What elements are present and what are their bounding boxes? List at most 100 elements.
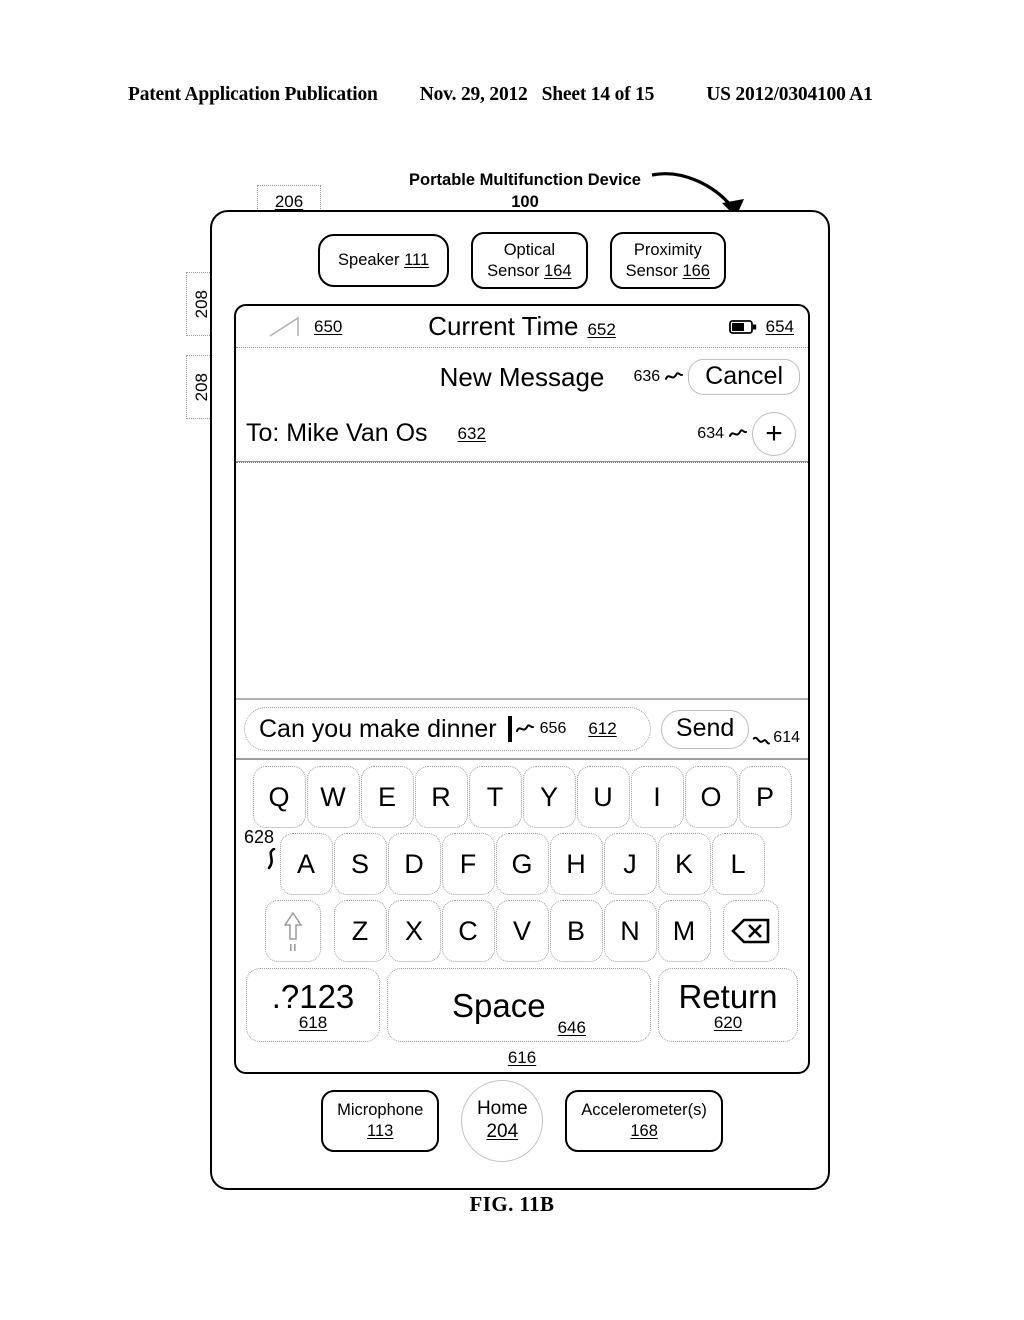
accelerometer-label: Accelerometer(s) <box>581 1101 707 1120</box>
add-recipient-button[interactable]: + <box>752 411 796 456</box>
home-button[interactable]: Home 204 <box>461 1080 544 1162</box>
publication-header: Patent Application Publication Nov. 29, … <box>128 84 896 106</box>
current-time-label: Current Time <box>428 311 579 341</box>
key-l[interactable]: L <box>711 833 765 895</box>
status-bar: 650 Current Time 652 654 <box>236 306 808 348</box>
keyboard-row-3: Z X C V B N M <box>242 900 802 962</box>
optical-sensor-component: Optical Sensor 164 <box>471 232 588 290</box>
leader-squiggle-icon <box>665 372 684 380</box>
backspace-icon <box>731 918 770 944</box>
key-a[interactable]: A <box>279 833 333 895</box>
key-n[interactable]: N <box>603 900 657 962</box>
space-key[interactable]: Space 646 <box>387 968 651 1042</box>
bottom-hardware-row: Microphone 113 Home 204 Accelerometer(s)… <box>212 1080 832 1162</box>
compose-bar: Can you make dinner 656 612 Send 614 <box>236 700 808 760</box>
return-ref: 620 <box>713 1012 743 1032</box>
backspace-key[interactable] <box>723 900 779 962</box>
key-b[interactable]: B <box>549 900 603 962</box>
key-r[interactable]: R <box>414 766 468 828</box>
cancel-group: 636 Cancel <box>633 358 800 396</box>
add-recipient-group: 634 + <box>697 411 796 456</box>
leader-squiggle-icon <box>752 736 771 745</box>
key-e[interactable]: E <box>360 766 414 828</box>
key-c[interactable]: C <box>441 900 495 962</box>
top-sensor-row: Speaker 111 Optical Sensor 164 Proximity… <box>212 232 832 290</box>
status-battery-group: 654 <box>728 317 794 337</box>
key-u[interactable]: U <box>576 766 630 828</box>
cancel-button[interactable]: Cancel <box>688 358 800 396</box>
key-k[interactable]: K <box>657 833 711 895</box>
message-transcript-area[interactable] <box>236 462 808 700</box>
send-group: Send 614 <box>660 709 800 749</box>
add-recipient-ref-label: 634 <box>697 424 724 442</box>
optical-sensor-label-2: Sensor <box>487 261 540 280</box>
key-w[interactable]: W <box>306 766 360 828</box>
signal-ref-label: 650 <box>314 316 343 336</box>
key-h[interactable]: H <box>549 833 603 895</box>
publication-date: Nov. 29, 2012 <box>419 84 528 105</box>
key-s[interactable]: S <box>333 833 387 895</box>
return-label: Return <box>678 977 778 1015</box>
shift-key[interactable] <box>265 900 321 962</box>
message-text-value: Can you make dinner <box>259 714 497 743</box>
on-screen-keyboard[interactable]: Q W E R T Y U I O P A S D F G H J K L Z … <box>236 760 808 1072</box>
publication-number: US 2012/0304100 A1 <box>706 84 873 105</box>
cancel-ref-label: 636 <box>633 368 661 385</box>
key-g[interactable]: G <box>495 833 549 895</box>
sheet-number: Sheet 14 of 15 <box>541 84 655 105</box>
recipient-label: To: Mike Van Os <box>246 419 428 447</box>
ref-208-upper-label: 208 <box>191 289 211 319</box>
optical-sensor-label-1: Optical <box>503 241 556 259</box>
signal-strength-icon <box>269 316 299 337</box>
microphone-label: Microphone <box>337 1101 424 1120</box>
ref-208-lower-label: 208 <box>191 372 211 402</box>
key-j[interactable]: J <box>603 833 657 895</box>
numeric-mode-key[interactable]: .?123 618 <box>246 968 380 1042</box>
return-key[interactable]: Return 620 <box>658 968 798 1042</box>
keyboard-row-1: Q W E R T Y U I O P <box>242 766 802 828</box>
time-ref-label: 652 <box>587 320 616 339</box>
leader-squiggle-icon <box>267 848 276 870</box>
battery-icon <box>728 319 756 334</box>
key-o[interactable]: O <box>684 766 738 828</box>
microphone-component: Microphone 113 <box>321 1090 440 1152</box>
figure-caption: FIG. 11B <box>469 1192 555 1216</box>
key-d[interactable]: D <box>387 833 441 895</box>
leader-squiggle-icon <box>729 428 747 437</box>
leader-squiggle-icon <box>515 724 534 732</box>
microphone-ref: 113 <box>367 1122 394 1140</box>
numeric-mode-label: .?123 <box>271 977 355 1015</box>
speaker-component: Speaker 111 <box>318 234 450 287</box>
shift-arrow-icon <box>283 911 303 951</box>
space-ref: 646 <box>557 1018 586 1037</box>
key-m[interactable]: M <box>657 900 711 962</box>
portable-multifunction-device: Speaker 111 Optical Sensor 164 Proximity… <box>210 210 830 1190</box>
key-f[interactable]: F <box>441 833 495 895</box>
home-button-ref: 204 <box>486 1121 519 1142</box>
key-i[interactable]: I <box>630 766 684 828</box>
space-label: Space <box>452 986 546 1024</box>
proximity-sensor-label-1: Proximity <box>633 241 702 259</box>
proximity-sensor-label-2: Sensor <box>625 261 678 280</box>
home-button-label: Home <box>476 1098 528 1120</box>
recipient-ref-label: 632 <box>457 423 486 443</box>
key-y[interactable]: Y <box>522 766 576 828</box>
message-text-input[interactable]: Can you make dinner 656 612 <box>244 707 651 751</box>
key-t[interactable]: T <box>468 766 522 828</box>
key-x[interactable]: X <box>387 900 441 962</box>
speaker-ref: 111 <box>404 251 430 270</box>
accelerometer-component: Accelerometer(s) 168 <box>565 1090 723 1152</box>
numeric-mode-ref: 618 <box>298 1012 328 1032</box>
send-button[interactable]: Send <box>660 709 750 749</box>
key-q[interactable]: Q <box>252 766 306 828</box>
key-v[interactable]: V <box>495 900 549 962</box>
speaker-label: Speaker <box>338 251 400 270</box>
touch-screen[interactable]: 650 Current Time 652 654 New Message 636 <box>234 304 810 1074</box>
recipient-bar[interactable]: To: Mike Van Os 632 634 + <box>236 406 808 462</box>
cursor-ref-label: 656 <box>539 720 567 737</box>
keyboard-ref-label: 616 <box>507 1048 537 1067</box>
key-p[interactable]: P <box>738 766 792 828</box>
page-title: New Message <box>439 361 605 392</box>
device-title-line1: Portable Multifunction Device <box>409 171 641 189</box>
key-z[interactable]: Z <box>333 900 387 962</box>
